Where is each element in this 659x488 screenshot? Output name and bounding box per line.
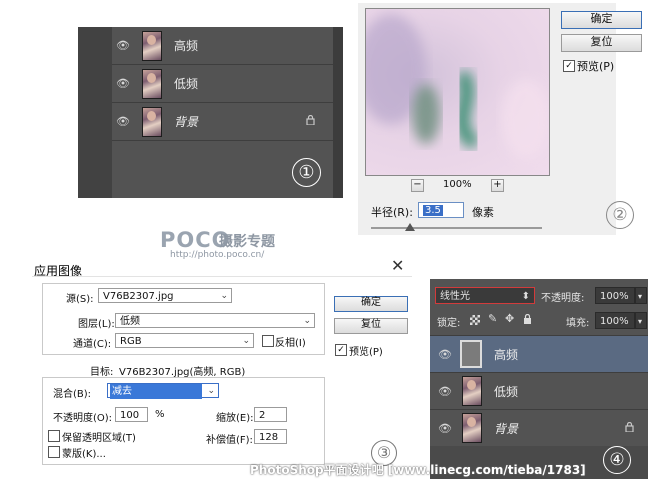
lock-move-icon[interactable]: ✥ (505, 312, 514, 325)
eye-icon[interactable]: 👁 (430, 422, 460, 435)
panel-scrollbar[interactable] (333, 27, 343, 198)
lock-label: 锁定: (437, 318, 461, 329)
layer-row-high[interactable]: 👁 高频 (430, 335, 648, 372)
preserve-transparency-label: 保留透明区域(T) (62, 433, 136, 444)
layer-select[interactable]: 低频 ⌄ (115, 313, 315, 328)
target-label: 目标: (90, 367, 114, 378)
offset-label: 补偿值(F): (206, 435, 253, 446)
layers-panel-1: 👁 高频 👁 低频 👁 背景 ① (78, 27, 343, 198)
lock-all-icon[interactable] (523, 313, 532, 327)
channel-select[interactable]: RGB ⌄ (115, 333, 254, 348)
layer-row-high[interactable]: 👁 高频 (112, 27, 333, 65)
lock-transparent-icon[interactable] (470, 315, 480, 325)
forum-watermark: PhotoShop平面设计吧 [www.linecg.com/tieba/178… (250, 463, 586, 477)
lock-paint-icon[interactable]: ✎ (488, 312, 497, 325)
poco-url: http://photo.poco.cn/ (170, 250, 265, 260)
layer-row-background[interactable]: 👁 背景 (112, 103, 333, 141)
apply-ok-button[interactable]: 确定 (334, 296, 408, 312)
blend-mode-select[interactable]: 线性光 ⬍ (435, 287, 535, 304)
eye-icon[interactable]: 👁 (430, 385, 460, 398)
step-marker: ④ (603, 446, 631, 474)
layers-panel-4: 线性光 ⬍ 不透明度: 100% ▾ 锁定: ✎ ✥ 填充: 100% ▾ 👁 高… (430, 279, 648, 479)
apply-preview-checkbox[interactable]: ✓ (335, 344, 347, 356)
layer-thumbnail (462, 376, 482, 406)
preview-checkbox[interactable]: ✓ (563, 60, 575, 72)
layer-thumbnail (142, 106, 162, 137)
eye-icon[interactable]: 👁 (112, 39, 134, 52)
unit-label: 像素 (472, 206, 494, 219)
preview-label: 预览(P) (577, 60, 615, 73)
fill-label: 填充: (566, 318, 590, 329)
blend-label: 混合(B): (53, 389, 92, 400)
invert-label: 反相(I) (275, 338, 306, 349)
target-value: V76B2307.jpg(高频, RGB) (119, 367, 246, 378)
offset-input[interactable]: 128 (254, 429, 287, 444)
channel-label: 通道(C): (73, 339, 112, 350)
opacity-field[interactable]: 100% (595, 287, 635, 304)
fill-field[interactable]: 100% (595, 312, 635, 329)
blend-select[interactable]: 减去 ⌄ (107, 383, 219, 399)
layer-name: 低频 (494, 384, 519, 399)
ok-button[interactable]: 确定 (561, 11, 642, 29)
filter-preview-image[interactable] (365, 8, 550, 176)
invert-checkbox[interactable] (262, 335, 274, 347)
eye-icon[interactable]: 👁 (112, 115, 134, 128)
eye-icon[interactable]: 👁 (112, 77, 134, 90)
mask-label: 蒙版(K)... (62, 449, 106, 460)
step-marker: ① (292, 158, 321, 187)
layer-thumbnail (142, 68, 162, 99)
layer-name: 高频 (494, 347, 519, 362)
step-marker: ② (606, 201, 634, 229)
layer-label: 图层(L): (78, 319, 115, 330)
scale-input[interactable]: 2 (254, 407, 287, 422)
zoom-out-button[interactable]: − (411, 179, 424, 192)
layer-name: 低频 (174, 77, 199, 91)
layer-name: 背景 (494, 421, 519, 436)
radius-slider-thumb[interactable] (405, 223, 416, 231)
poco-title: 摄影专题 (219, 234, 275, 250)
opacity-unit: % (155, 409, 165, 420)
apply-preview-label: 预览(P) (349, 347, 383, 358)
layer-name: 高频 (174, 39, 199, 53)
radius-slider-track[interactable] (371, 227, 542, 229)
layer-row-low[interactable]: 👁 低频 (430, 372, 648, 409)
source-label: 源(S): (66, 294, 94, 305)
source-select[interactable]: V76B2307.jpg ⌄ (98, 288, 232, 303)
zoom-level: 100% (443, 179, 472, 190)
opacity-label: 不透明度(O): (53, 413, 113, 424)
preserve-transparency-checkbox[interactable] (48, 430, 60, 442)
opacity-label: 不透明度: (541, 293, 585, 304)
layer-row-low[interactable]: 👁 低频 (112, 65, 333, 103)
layer-thumbnail (462, 413, 482, 443)
lock-icon (625, 421, 634, 435)
zoom-in-button[interactable]: + (491, 179, 504, 192)
apply-reset-button[interactable]: 复位 (334, 318, 408, 334)
chevron-down-icon[interactable]: ▾ (635, 287, 647, 304)
radius-label: 半径(R): (371, 206, 413, 219)
title-divider (32, 276, 412, 277)
radius-input[interactable]: 3.5 (418, 202, 464, 218)
scale-label: 缩放(E): (216, 413, 254, 424)
panel-left-strip (78, 27, 112, 198)
close-icon[interactable]: ✕ (391, 256, 404, 275)
lock-icon (306, 114, 315, 128)
opacity-input[interactable]: 100 (115, 407, 148, 422)
layer-row-background[interactable]: 👁 背景 (430, 409, 648, 446)
mask-checkbox[interactable] (48, 446, 60, 458)
chevron-down-icon[interactable]: ▾ (635, 312, 647, 329)
layer-thumbnail (142, 30, 162, 61)
eye-icon[interactable]: 👁 (430, 348, 460, 361)
layer-name: 背景 (174, 115, 199, 129)
reset-button[interactable]: 复位 (561, 34, 642, 52)
layer-thumbnail (460, 340, 482, 368)
